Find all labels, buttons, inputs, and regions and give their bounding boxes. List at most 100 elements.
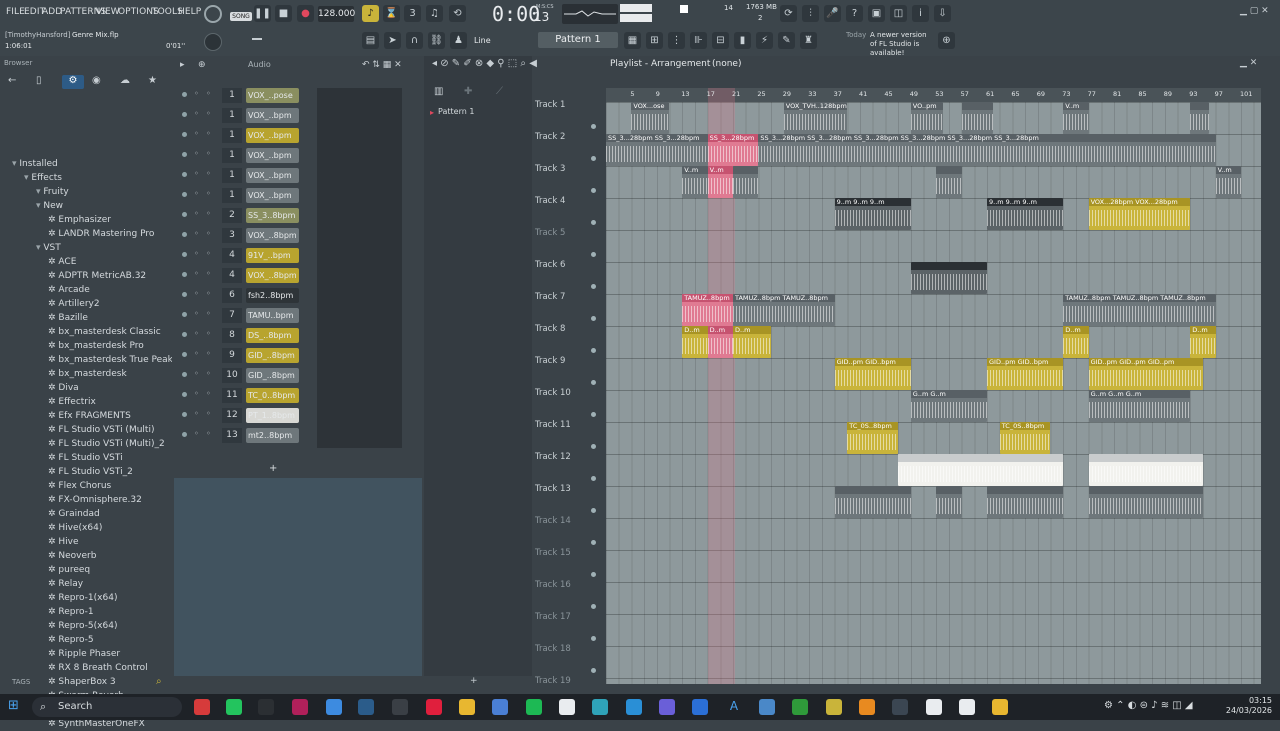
channel-mixer-track[interactable]: 2 bbox=[222, 208, 242, 223]
edison-icon[interactable]: ✎ bbox=[778, 32, 795, 49]
app-icon-13[interactable] bbox=[592, 699, 608, 715]
track-header[interactable]: Track 3 bbox=[535, 164, 595, 174]
playlist-window-controls[interactable]: ▁ ✕ bbox=[1240, 58, 1257, 68]
master-volume-knob[interactable] bbox=[204, 33, 222, 51]
window-controls[interactable]: ▁ ▢ ✕ bbox=[1240, 6, 1269, 16]
track-header[interactable]: Track 13 bbox=[535, 484, 595, 494]
rack-arrow-icon[interactable]: ▸ bbox=[180, 60, 185, 70]
link-icon[interactable]: ⛓ bbox=[428, 32, 445, 49]
audio-clip[interactable]: SS_3...28bpm SS_3...28bpm bbox=[606, 134, 708, 166]
channel-mixer-track[interactable]: 12 bbox=[222, 408, 242, 423]
master-pitch-slider[interactable] bbox=[252, 38, 262, 40]
channel-mixer-track[interactable]: 13 bbox=[222, 428, 242, 443]
tags-label[interactable]: TAGS bbox=[12, 678, 30, 686]
browser-item[interactable]: ✲ FX-Omnisphere.32 bbox=[48, 493, 142, 507]
browser-item[interactable]: ✲ RX 8 Breath Control bbox=[48, 661, 148, 675]
menu-help[interactable]: HELP bbox=[178, 7, 201, 17]
menu-view[interactable]: VIEW bbox=[96, 7, 120, 17]
channel-mixer-track[interactable]: 4 bbox=[222, 268, 242, 283]
channel-name-button[interactable]: VOX_..bpm bbox=[246, 168, 299, 183]
browser-item[interactable]: ▾ New bbox=[36, 199, 63, 213]
audio-clip[interactable]: 9..m 9..m 9..m bbox=[987, 198, 1064, 230]
audio-clip[interactable] bbox=[936, 486, 962, 518]
channel-row[interactable]: ◦ ◦ 6 fsh2..8bpm bbox=[178, 287, 408, 304]
whatsapp-icon[interactable] bbox=[226, 699, 242, 715]
channel-row[interactable]: ◦ ◦ 8 DS_..8bpm bbox=[178, 327, 408, 344]
channel-led-icon[interactable] bbox=[182, 412, 187, 417]
channel-vol-icon[interactable]: ◦ bbox=[206, 249, 211, 258]
channel-mixer-track[interactable]: 1 bbox=[222, 188, 242, 203]
browser-item[interactable]: ✲ Flex Chorus bbox=[48, 479, 111, 493]
channel-pan-icon[interactable]: ◦ bbox=[194, 209, 199, 218]
system-tray-icons[interactable]: ⚙ ⌃ ◐ ⊜ ♪ ≋ ◫ ◢ bbox=[1104, 700, 1193, 711]
channel-led-icon[interactable] bbox=[182, 372, 187, 377]
chrome-icon[interactable] bbox=[459, 699, 475, 715]
channel-row[interactable]: ◦ ◦ 4 91V_..bpm bbox=[178, 247, 408, 264]
channel-vol-icon[interactable]: ◦ bbox=[206, 89, 211, 98]
stop-button[interactable]: ■ bbox=[275, 5, 292, 22]
blend-notes-icon[interactable]: ♫ bbox=[426, 5, 443, 22]
browser-item[interactable]: ✲ Repro-5 bbox=[48, 633, 94, 647]
channel-name-button[interactable]: PT_1..8bpm bbox=[246, 408, 299, 423]
channel-vol-icon[interactable]: ◦ bbox=[206, 389, 211, 398]
clock-time[interactable]: 03:15 bbox=[1228, 696, 1272, 705]
arrow-tool-icon[interactable]: ➤ bbox=[384, 32, 401, 49]
audio-clip[interactable]: TAMUZ..8bpm TAMUZ..8bpm TAMUZ..8bpm bbox=[1063, 294, 1216, 326]
xbox-icon[interactable] bbox=[792, 699, 808, 715]
telegram-icon[interactable] bbox=[626, 699, 642, 715]
midi-icon[interactable]: ◫ bbox=[890, 5, 907, 22]
playlist-icon[interactable]: ▦ bbox=[624, 32, 641, 49]
browser-item[interactable]: ✲ FL Studio VSTi bbox=[48, 451, 123, 465]
channel-row[interactable]: ◦ ◦ 2 SS_3..8bpm bbox=[178, 207, 408, 224]
clipboard-icon[interactable]: ▮ bbox=[734, 32, 751, 49]
channel-pan-icon[interactable]: ◦ bbox=[194, 169, 199, 178]
channel-pan-icon[interactable]: ◦ bbox=[194, 89, 199, 98]
channel-vol-icon[interactable]: ◦ bbox=[206, 289, 211, 298]
channel-vol-icon[interactable]: ◦ bbox=[206, 149, 211, 158]
audio-clip[interactable]: SS_3...28bpm bbox=[707, 134, 759, 166]
browser-toggle-icon[interactable]: ⊟ bbox=[712, 32, 729, 49]
track-header[interactable]: Track 7 bbox=[535, 292, 595, 302]
browser-item[interactable]: ✲ Relay bbox=[48, 577, 83, 591]
channel-mixer-track[interactable]: 11 bbox=[222, 388, 242, 403]
channel-name-button[interactable]: mt2..8bpm bbox=[246, 428, 299, 443]
channel-mixer-track[interactable]: 9 bbox=[222, 348, 242, 363]
clock-date[interactable]: 24/03/2026 bbox=[1216, 706, 1272, 715]
file-explorer-icon[interactable] bbox=[992, 699, 1008, 715]
windows-start-icon[interactable]: ⊞ bbox=[8, 699, 22, 713]
app-icon-4[interactable] bbox=[292, 699, 308, 715]
pattern-picker-icon[interactable]: ▥ bbox=[434, 86, 443, 97]
browser-item[interactable]: ✲ Bazille bbox=[48, 311, 88, 325]
app-icon-18[interactable] bbox=[759, 699, 775, 715]
browser-item[interactable]: ✲ ADPTR MetricAB.32 bbox=[48, 269, 146, 283]
track-header[interactable]: Track 1 bbox=[535, 100, 595, 110]
app-icon-5[interactable] bbox=[326, 699, 342, 715]
browser-item[interactable]: ✲ bx_masterdesk True Peak bbox=[48, 353, 173, 367]
hat-icon[interactable]: ♜ bbox=[800, 32, 817, 49]
metronome-icon[interactable]: ♪ bbox=[362, 5, 379, 22]
track-mute-icon[interactable] bbox=[591, 636, 596, 641]
channel-name-button[interactable]: GID_..8bpm bbox=[246, 368, 299, 383]
track-mute-icon[interactable] bbox=[591, 412, 596, 417]
fl-studio-icon[interactable] bbox=[859, 699, 875, 715]
channel-name-button[interactable]: SS_3..8bpm bbox=[246, 208, 299, 223]
track-header[interactable]: Track 17 bbox=[535, 612, 595, 622]
audio-clip[interactable]: V..m bbox=[707, 166, 733, 198]
audio-clip[interactable]: D..m bbox=[682, 326, 708, 358]
channel-pan-icon[interactable]: ◦ bbox=[194, 329, 199, 338]
audio-icon[interactable]: ◉ bbox=[92, 75, 101, 86]
track-mute-icon[interactable] bbox=[591, 252, 596, 257]
audio-clip[interactable]: V..m bbox=[682, 166, 708, 198]
track-header[interactable]: Track 12 bbox=[535, 452, 595, 462]
add-channel-icon[interactable]: + bbox=[269, 463, 277, 474]
channel-pan-icon[interactable]: ◦ bbox=[194, 109, 199, 118]
track-mute-icon[interactable] bbox=[591, 380, 596, 385]
browser-item[interactable]: ✲ Emphasizer bbox=[48, 213, 111, 227]
channel-pan-icon[interactable]: ◦ bbox=[194, 389, 199, 398]
channel-led-icon[interactable] bbox=[182, 172, 187, 177]
channel-led-icon[interactable] bbox=[182, 272, 187, 277]
channel-vol-icon[interactable]: ◦ bbox=[206, 329, 211, 338]
app-icon-7[interactable] bbox=[392, 699, 408, 715]
browser-item[interactable]: ✲ Diva bbox=[48, 381, 79, 395]
pat-song-toggle[interactable] bbox=[204, 5, 222, 23]
